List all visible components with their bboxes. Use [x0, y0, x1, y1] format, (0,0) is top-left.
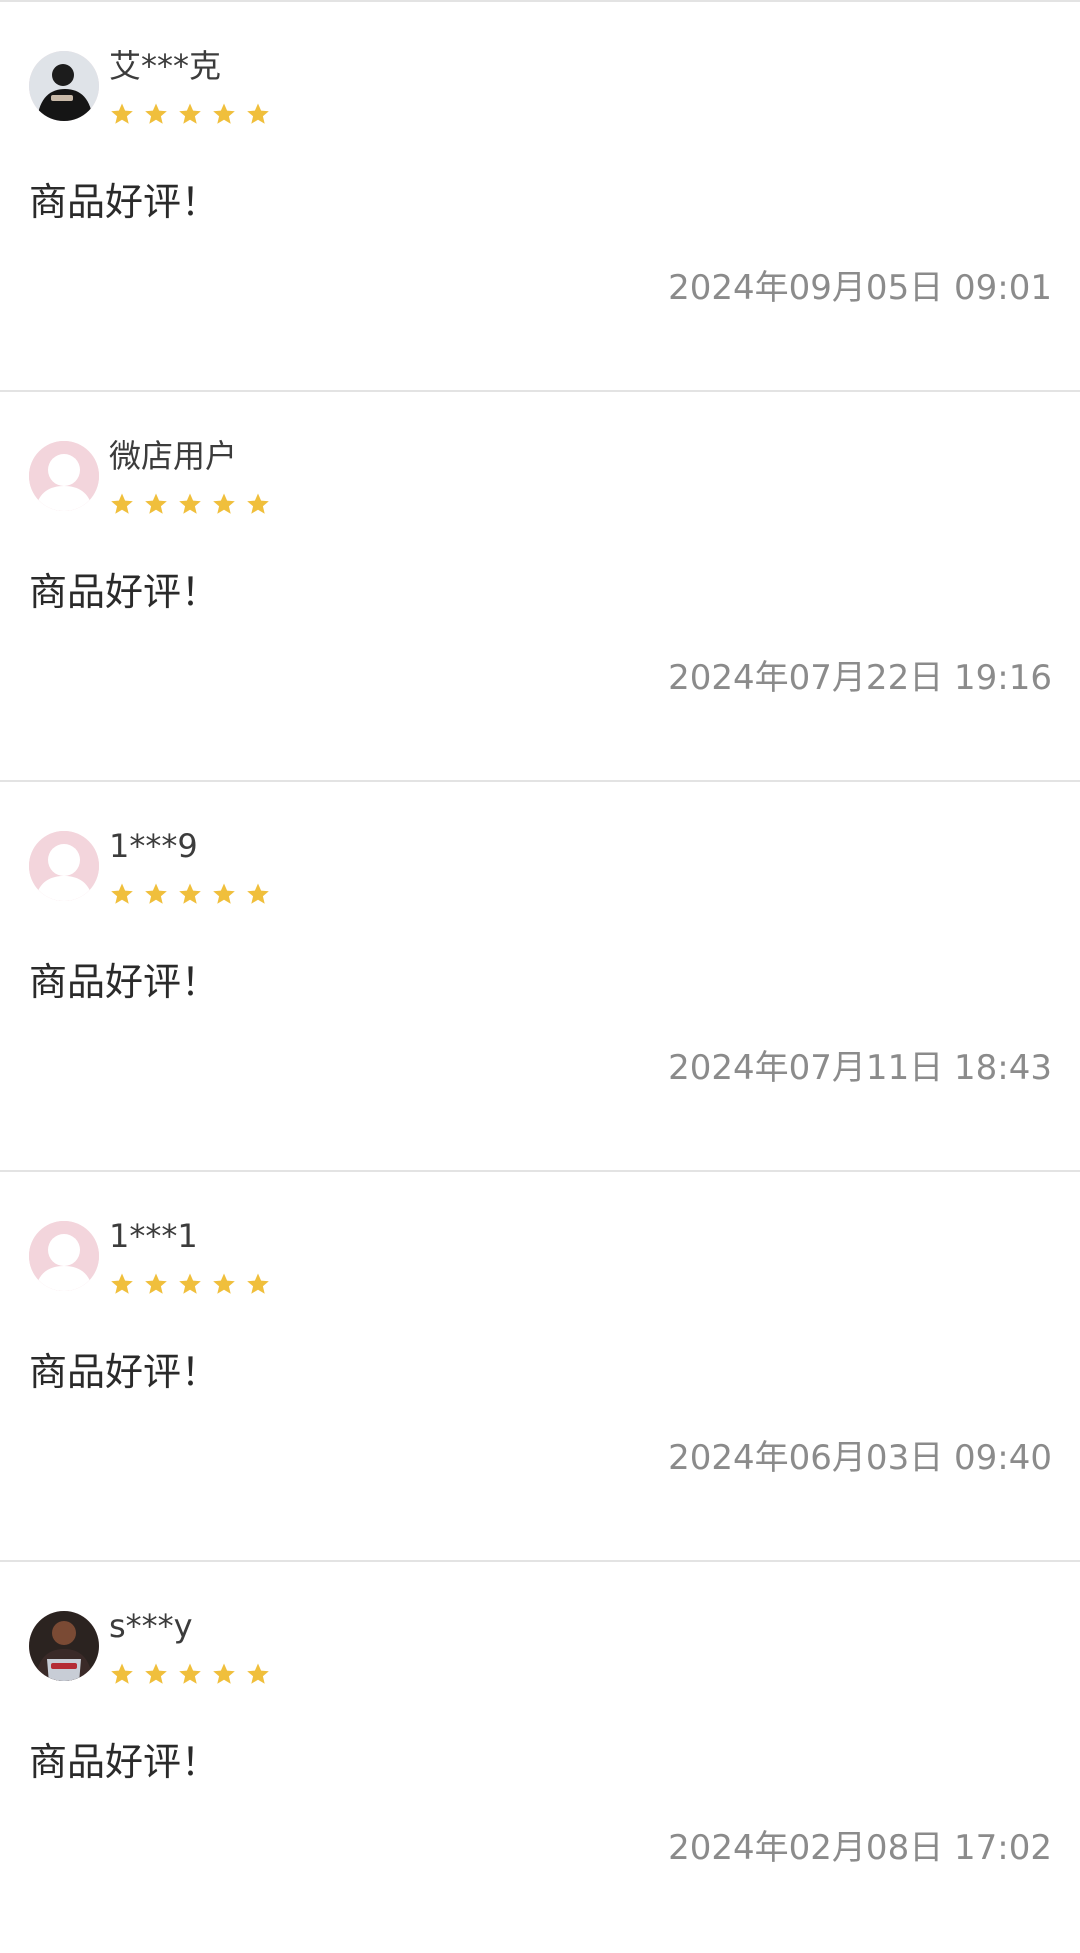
star-icon [144, 102, 168, 126]
star-icon [178, 102, 202, 126]
user-avatar[interactable] [29, 51, 99, 121]
username: 1***9 [109, 827, 198, 865]
star-rating [110, 882, 270, 906]
star-icon [246, 1662, 270, 1686]
star-icon [212, 492, 236, 516]
star-icon [178, 882, 202, 906]
star-icon [144, 1272, 168, 1296]
star-icon [178, 492, 202, 516]
review-timestamp: 2024年07月11日 18:43 [668, 1048, 1052, 1088]
default-avatar-icon [29, 1221, 99, 1291]
star-icon [144, 1662, 168, 1686]
star-icon [246, 882, 270, 906]
review-content: 商品好评！ [29, 1740, 220, 1784]
star-icon [178, 1662, 202, 1686]
star-icon [212, 1272, 236, 1296]
star-icon [178, 1272, 202, 1296]
photo-avatar-dark-icon [29, 51, 99, 121]
star-icon [212, 882, 236, 906]
user-avatar[interactable] [29, 831, 99, 901]
user-avatar[interactable] [29, 1221, 99, 1291]
default-avatar-icon [29, 441, 99, 511]
star-icon [246, 492, 270, 516]
photo-avatar-basketball-icon [29, 1611, 99, 1681]
review-timestamp: 2024年02月08日 17:02 [668, 1828, 1052, 1868]
star-rating [110, 102, 270, 126]
star-icon [110, 1662, 134, 1686]
review-item: 1***1 商品好评！ 2024年06月03日 09:40 [0, 1172, 1080, 1562]
review-item: 1***9 商品好评！ 2024年07月11日 18:43 [0, 782, 1080, 1172]
review-timestamp: 2024年09月05日 09:01 [668, 268, 1052, 308]
review-content: 商品好评！ [29, 570, 220, 614]
star-icon [110, 1272, 134, 1296]
username: 1***1 [109, 1217, 198, 1255]
review-list: 艾***克 商品好评！ 2024年09月05日 09:01 微店用户 商品好评！… [0, 0, 1080, 1953]
star-rating [110, 492, 270, 516]
username: 艾***克 [109, 47, 222, 85]
username: s***y [109, 1607, 193, 1645]
star-icon [212, 1662, 236, 1686]
star-rating [110, 1662, 270, 1686]
review-item: 艾***克 商品好评！ 2024年09月05日 09:01 [0, 2, 1080, 392]
star-icon [246, 1272, 270, 1296]
star-icon [144, 492, 168, 516]
review-item: s***y 商品好评！ 2024年02月08日 17:02 [0, 1562, 1080, 1952]
review-item: 微店用户 商品好评！ 2024年07月22日 19:16 [0, 392, 1080, 782]
username: 微店用户 [109, 437, 238, 475]
star-icon [212, 102, 236, 126]
review-content: 商品好评！ [29, 960, 220, 1004]
review-timestamp: 2024年06月03日 09:40 [668, 1438, 1052, 1478]
star-icon [110, 102, 134, 126]
star-icon [110, 492, 134, 516]
review-timestamp: 2024年07月22日 19:16 [668, 658, 1052, 698]
review-content: 商品好评！ [29, 1350, 220, 1394]
default-avatar-icon [29, 831, 99, 901]
review-content: 商品好评！ [29, 180, 220, 224]
user-avatar[interactable] [29, 441, 99, 511]
star-icon [144, 882, 168, 906]
star-rating [110, 1272, 270, 1296]
star-icon [246, 102, 270, 126]
star-icon [110, 882, 134, 906]
user-avatar[interactable] [29, 1611, 99, 1681]
